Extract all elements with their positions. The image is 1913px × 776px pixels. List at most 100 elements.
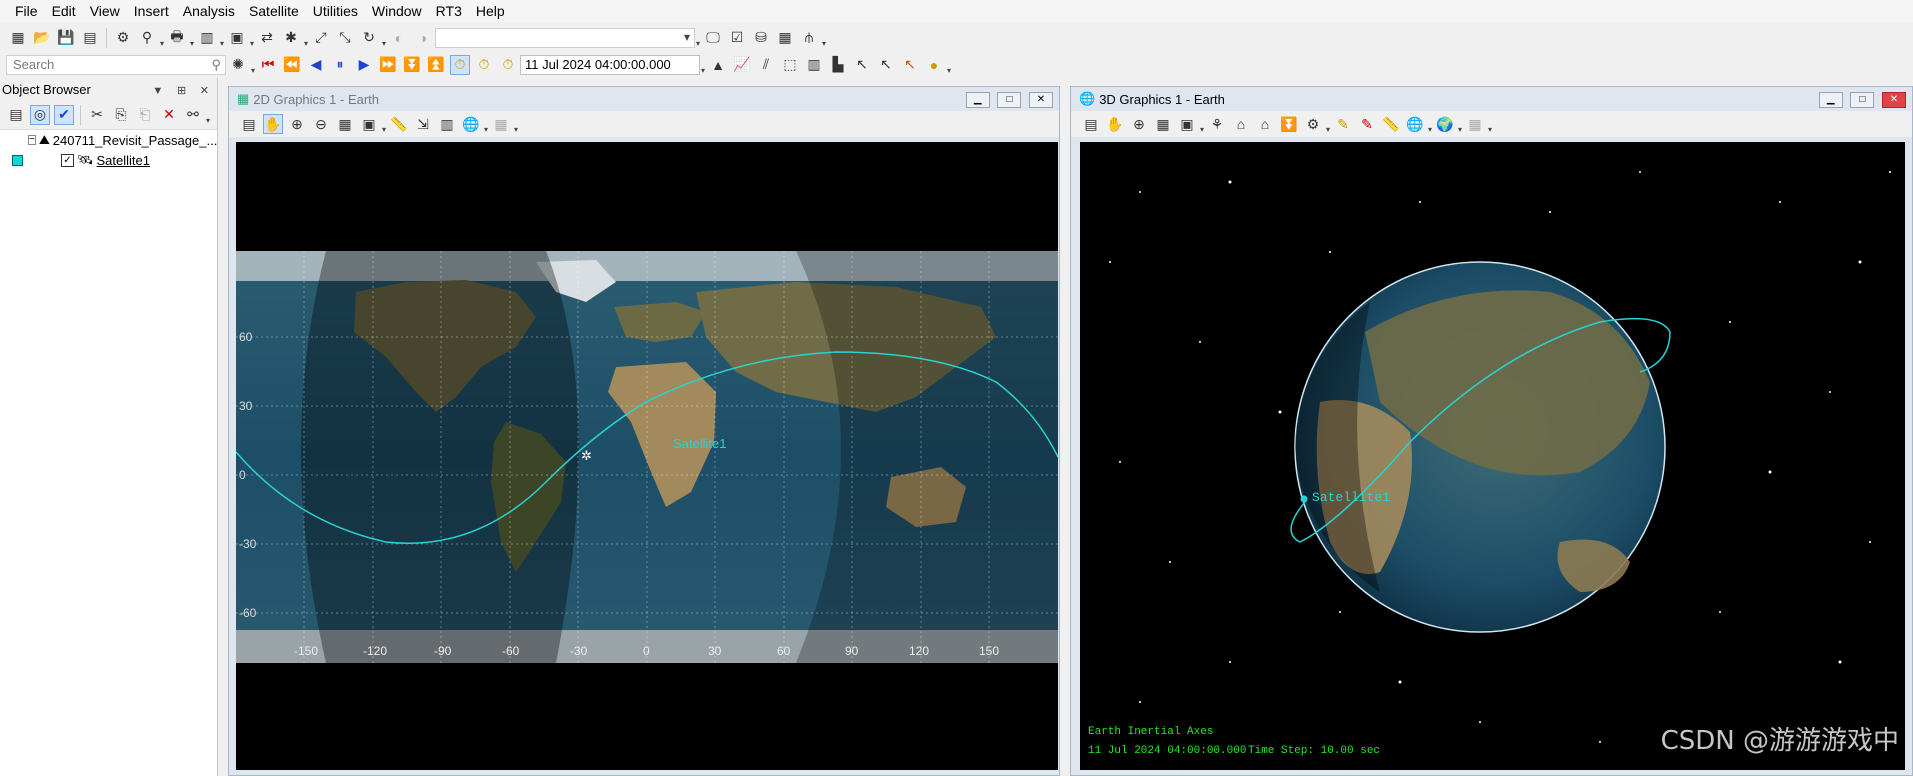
paste-icon[interactable]: ⎗ [135,105,155,125]
table-icon[interactable]: ▥ [804,55,824,75]
toolbar-grip[interactable]: ▾ [249,28,255,48]
toolbar-grip[interactable]: ▾ [381,28,387,48]
menu-rt3[interactable]: RT3 [429,0,469,22]
snapshot-icon[interactable]: ▣ [1177,114,1197,134]
scale-icon[interactable]: ⇲ [413,114,433,134]
link-icon[interactable]: ⤢ [311,28,331,48]
save-icon[interactable]: 💾 [56,28,76,48]
menu-analysis[interactable]: Analysis [176,0,242,22]
snapshot-icon[interactable]: ▣ [359,114,379,134]
toolbar-grip[interactable]: ▾ [205,105,211,125]
toolbar-grip[interactable]: ▾ [219,28,225,48]
menu-insert[interactable]: Insert [127,0,176,22]
chevron-down-icon[interactable]: ▼ [152,85,163,97]
toolbar-grip[interactable]: ▾ [483,114,489,134]
menu-edit[interactable]: Edit [45,0,83,22]
map-2d-viewport[interactable]: ✲ 60 30 0 -30 -60 Satellite1 -150 -120 -… [236,142,1058,770]
binoculars-icon[interactable]: ⚯ [183,105,203,125]
notes-icon[interactable]: ▥ [197,28,217,48]
satellite-3d-marker[interactable] [1300,495,1308,503]
toolbar-grip[interactable]: ▾ [946,55,952,75]
close-button[interactable]: ✕ [1882,92,1906,108]
reset-icon[interactable]: ⏮ [258,55,278,75]
normal-clock-icon[interactable]: ⏱ [498,55,518,75]
cut-icon[interactable]: ✂ [87,105,107,125]
earth-icon[interactable]: 🌍 [1435,114,1455,134]
toolbar-grip[interactable]: ▾ [821,28,827,48]
coverage-icon[interactable]: ✱ [281,28,301,48]
close-button[interactable]: ✕ [1029,92,1053,108]
new-scenario-icon[interactable]: ▦ [8,28,28,48]
current-time-field[interactable]: 11 Jul 2024 04:00:00.000 [520,54,700,75]
properties-icon[interactable]: ▤ [80,28,100,48]
pause-icon[interactable]: ⏸ [330,55,350,75]
close-icon[interactable]: ✕ [200,85,209,97]
minimize-button[interactable]: ▁ [965,92,990,108]
ruler-icon[interactable]: 📏 [389,114,409,134]
pointer-icon[interactable]: ↖ [852,55,872,75]
chain-icon[interactable]: ⤡ [335,28,355,48]
antenna-icon[interactable]: ⫛ [799,28,819,48]
xrealtime-clock-icon[interactable]: ⏱ [474,55,494,75]
bar-chart-icon[interactable]: ▙ [828,55,848,75]
toolbar-grip[interactable]: ▾ [159,28,165,48]
calculator-icon[interactable]: ▦ [775,28,795,48]
properties-icon[interactable]: ▤ [1081,114,1101,134]
access-icon[interactable]: ⇄ [257,28,277,48]
checklist-icon[interactable]: ☑ [727,28,747,48]
toolbar-grip[interactable]: ▾ [189,28,195,48]
home-view-alt-icon[interactable]: ⌂ [1255,114,1275,134]
refresh-icon[interactable]: ↻ [359,28,379,48]
globe-icon[interactable]: 🌐 [461,114,481,134]
down-view-icon[interactable]: ⏬ [1279,114,1299,134]
menu-file[interactable]: File [8,0,45,22]
pin-icon[interactable]: ⊞ [177,85,186,97]
pen-icon[interactable]: ✎ [1333,114,1353,134]
zoom-in-icon[interactable]: ⊕ [287,114,307,134]
location-icon[interactable]: ⚲ [137,28,157,48]
menu-utilities[interactable]: Utilities [306,0,365,22]
toolbar-grip[interactable]: ▾ [1487,114,1493,134]
step-back-icon[interactable]: ⏪ [282,55,302,75]
checkmark-icon[interactable]: ✔ [54,104,74,125]
search-icon[interactable]: ⚲ [211,57,221,73]
maximize-button[interactable]: □ [997,92,1022,108]
view-from-icon[interactable]: ⚘ [1207,114,1227,134]
menu-view[interactable]: View [83,0,127,22]
toolbar-grip[interactable]: ▾ [381,114,387,134]
toolbar-grip[interactable]: ▾ [303,28,309,48]
menu-window[interactable]: Window [365,0,429,22]
eraser-icon[interactable]: ✎ [1357,114,1377,134]
globe-3d-canvas[interactable] [1080,142,1905,770]
slower-icon[interactable]: ⏬ [402,55,422,75]
print-icon[interactable]: 🖶 [167,28,187,48]
hand-pan-icon[interactable]: ✋ [1105,114,1125,134]
menu-satellite[interactable]: Satellite [242,0,306,22]
tree-item-satellite[interactable]: ✓ 🛰 Satellite1 [0,150,217,170]
toolbar-grip[interactable]: ▾ [1325,114,1331,134]
color-wheel-icon[interactable]: ◎ [30,104,50,125]
coin-icon[interactable]: ● [924,55,944,75]
chart-icon[interactable]: ⫽ [756,55,776,75]
faster-icon[interactable]: ⏫ [426,55,446,75]
copy-icon[interactable]: ⎘ [111,105,131,125]
globe-3d-viewport[interactable]: Satellite1 Earth Inertial Axes 11 Jul 20… [1080,142,1905,770]
play-reverse-icon[interactable]: ◀ [306,55,326,75]
layers-icon[interactable]: ▥ [437,114,457,134]
toolbar-grip[interactable]: ▾ [1457,114,1463,134]
hand-pan-icon[interactable]: ✋ [263,114,283,134]
ruler-icon[interactable]: 📏 [1381,114,1401,134]
delete-icon[interactable]: ✕ [159,105,179,125]
toolbar-grip[interactable]: ▾ [1427,114,1433,134]
properties-icon[interactable]: ▤ [239,114,259,134]
gear-icon[interactable]: ✺ [228,55,248,75]
home-view-icon[interactable]: ⌂ [1231,114,1251,134]
collapse-icon[interactable]: − [28,135,36,145]
cube-icon[interactable]: ⬚ [780,55,800,75]
search-input[interactable]: Search ⚲ [6,54,226,75]
orbit-view-icon[interactable]: ⚙ [1303,114,1323,134]
realtime-clock-icon[interactable]: ⏱ [450,54,470,75]
reports-icon[interactable]: ▣ [227,28,247,48]
new-object-icon[interactable]: ▤ [6,105,26,125]
pointer-multi-icon[interactable]: ↖ [876,55,896,75]
